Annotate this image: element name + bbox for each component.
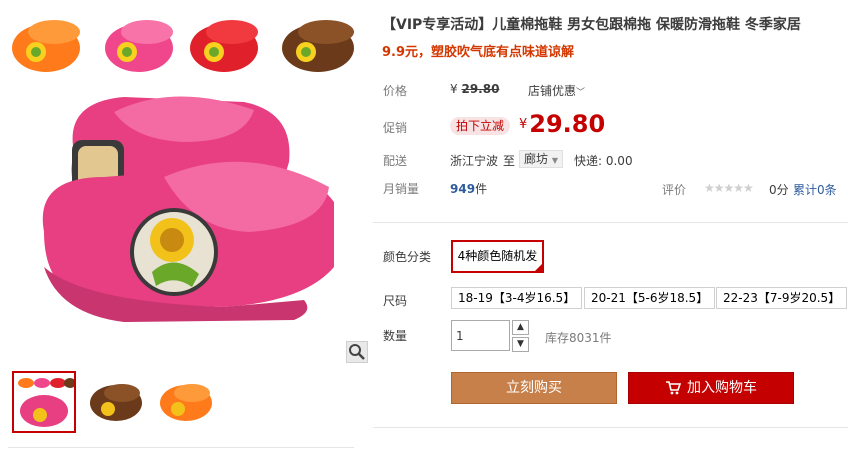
monthly-sales-label: 月销量 bbox=[383, 182, 420, 196]
thumbnail-3[interactable] bbox=[154, 371, 218, 433]
chevron-up-icon: ▲ bbox=[517, 322, 524, 332]
main-product-image[interactable] bbox=[4, 2, 368, 364]
thumbnail-strip bbox=[8, 371, 368, 443]
buy-now-button[interactable]: 立刻购买 bbox=[451, 372, 617, 404]
size-option[interactable]: 18-19【3-4岁16.5】 bbox=[451, 287, 583, 309]
add-to-cart-label: 加入购物车 bbox=[687, 380, 757, 396]
size-label: 尺码 bbox=[383, 294, 408, 308]
delivery-label: 配送 bbox=[383, 154, 408, 168]
size-option[interactable]: 22-23【7-9岁20.5】 bbox=[716, 287, 848, 309]
delivery-to: 至 bbox=[503, 154, 516, 168]
size-option-label: 18-19【3-4岁16.5】 bbox=[458, 291, 576, 305]
product-subtitle: 9.9元，塑胶吹气底有点味道谅解 bbox=[382, 45, 575, 60]
divider bbox=[373, 427, 848, 428]
size-option-label: 20-21【5-6岁18.5】 bbox=[591, 291, 709, 305]
variant-brown bbox=[282, 20, 354, 72]
variant-orange bbox=[12, 20, 80, 72]
chevron-down-icon: ▼ bbox=[517, 339, 524, 349]
stock-text: 库存8031件 bbox=[545, 331, 612, 345]
quantity-increase-button[interactable]: ▲ bbox=[512, 320, 529, 335]
magnifier-icon[interactable] bbox=[346, 341, 368, 363]
promo-price: ¥29.80 bbox=[519, 110, 605, 138]
add-to-cart-button[interactable]: 加入购物车 bbox=[628, 372, 794, 404]
slipper-illustration bbox=[12, 20, 354, 322]
quantity-decrease-button[interactable]: ▼ bbox=[512, 337, 529, 352]
promo-price-currency: ¥ bbox=[519, 117, 528, 132]
thumbnail-1[interactable] bbox=[12, 371, 76, 433]
shop-discount-dropdown[interactable]: 店铺优惠﹀ bbox=[528, 82, 585, 99]
divider bbox=[373, 222, 848, 223]
rating-score: 0分 bbox=[769, 183, 789, 197]
price-label: 价格 bbox=[383, 84, 408, 98]
chevron-down-icon: ﹀ bbox=[576, 88, 586, 98]
gallery-divider bbox=[8, 447, 354, 448]
original-price-value: 29.80 bbox=[461, 82, 500, 96]
monthly-sales-count: 949 bbox=[450, 182, 476, 196]
main-slippers bbox=[42, 96, 334, 322]
product-info: 【VIP专享活动】儿童棉拖鞋 男女包跟棉拖 保暖防滑拖鞋 冬季家居 9.9元，塑… bbox=[373, 0, 848, 455]
delivery-destination: 廊坊 bbox=[524, 152, 549, 166]
shop-discount-label: 店铺优惠 bbox=[528, 84, 577, 98]
size-option-label: 22-23【7-9岁20.5】 bbox=[723, 291, 841, 305]
rating-label: 评价 bbox=[662, 183, 687, 197]
delivery-origin: 浙江宁波 bbox=[450, 154, 499, 168]
color-option[interactable]: 4种颜色随机发 bbox=[451, 240, 544, 273]
color-category-label: 颜色分类 bbox=[383, 250, 432, 264]
monthly-sales: 949件 bbox=[450, 180, 487, 197]
monthly-sales-unit: 件 bbox=[475, 182, 488, 196]
original-price-currency: ¥ bbox=[450, 82, 458, 96]
buy-now-label: 立刻购买 bbox=[506, 380, 562, 396]
variant-pink bbox=[105, 20, 173, 72]
selected-check-icon bbox=[533, 262, 544, 273]
original-price: ¥ 29.80 bbox=[450, 82, 499, 96]
delivery-express: 快递: 0.00 bbox=[574, 154, 633, 168]
product-title: 【VIP专享活动】儿童棉拖鞋 男女包跟棉拖 保暖防滑拖鞋 冬季家居 bbox=[382, 17, 801, 33]
variant-red bbox=[190, 20, 258, 72]
promo-label: 促销 bbox=[383, 121, 408, 135]
promo-price-value: 29.80 bbox=[529, 110, 606, 138]
caret-down-icon: ▼ bbox=[551, 156, 558, 165]
color-option-label: 4种颜色随机发 bbox=[457, 249, 538, 263]
rating-stars: ★★★★★ bbox=[704, 181, 754, 195]
delivery-destination-select[interactable]: 廊坊 ▼ bbox=[519, 150, 563, 168]
thumbnail-2[interactable] bbox=[84, 371, 148, 433]
review-count-link[interactable]: 累计0条 bbox=[793, 181, 837, 198]
quantity-label: 数量 bbox=[383, 329, 408, 343]
size-option[interactable]: 20-21【5-6岁18.5】 bbox=[584, 287, 716, 309]
cart-icon bbox=[665, 376, 682, 406]
promo-badge: 拍下立减 bbox=[450, 117, 511, 135]
quantity-input[interactable] bbox=[451, 320, 510, 351]
